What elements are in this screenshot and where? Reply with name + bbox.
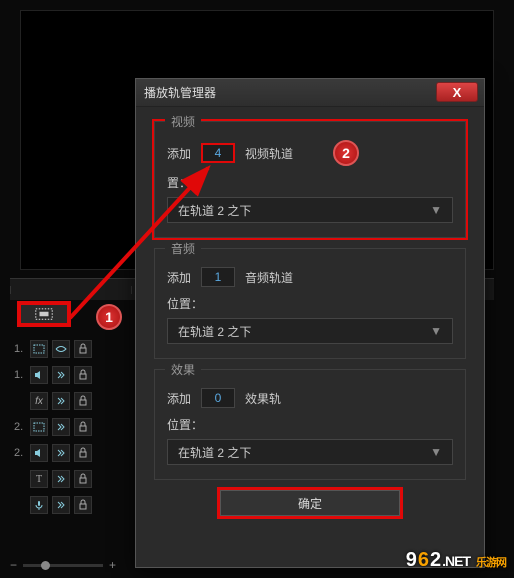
- video-track-icon: [30, 418, 48, 436]
- audio-track-count-input[interactable]: 1: [201, 267, 235, 287]
- track-manager-dialog: 播放轨管理器 X 视频 添加 4 视频轨道 2 置： 在轨道 2 之下 ▼ 音频: [135, 78, 485, 568]
- visibility-icon[interactable]: [52, 340, 70, 358]
- video-section: 视频 添加 4 视频轨道 2 置： 在轨道 2 之下 ▼: [154, 121, 466, 238]
- lock-icon[interactable]: [74, 392, 92, 410]
- close-button[interactable]: X: [436, 82, 478, 102]
- fx-position-select[interactable]: 在轨道 2 之下 ▼: [167, 439, 453, 465]
- track-row[interactable]: 2.: [10, 414, 130, 440]
- section-title: 视频: [165, 113, 201, 130]
- add-label: 添加: [167, 269, 191, 286]
- fx-track-icon: fx: [30, 392, 48, 410]
- select-value: 在轨道 2 之下: [178, 202, 251, 219]
- add-label: 添加: [167, 145, 191, 162]
- track-row[interactable]: 1.: [10, 336, 130, 362]
- audio-track-icon: [30, 366, 48, 384]
- zoom-control[interactable]: − +: [10, 558, 116, 572]
- track-number: 1.: [14, 343, 26, 355]
- visibility-icon[interactable]: [52, 392, 70, 410]
- track-number: 1.: [14, 369, 26, 381]
- add-suffix: 音频轨道: [245, 269, 293, 286]
- watermark: 9 6 2 .NET 乐游网: [406, 549, 506, 572]
- track-row[interactable]: fx: [10, 388, 130, 414]
- lock-icon[interactable]: [74, 418, 92, 436]
- dialog-titlebar[interactable]: 播放轨管理器 X: [136, 79, 484, 107]
- video-position-select[interactable]: 在轨道 2 之下 ▼: [167, 197, 453, 223]
- dialog-title: 播放轨管理器: [144, 84, 216, 101]
- lock-icon[interactable]: [74, 470, 92, 488]
- visibility-icon[interactable]: [52, 366, 70, 384]
- zoom-slider[interactable]: [23, 564, 103, 567]
- video-track-count-input[interactable]: 4: [201, 143, 235, 163]
- audio-section: 音频 添加 1 音频轨道 位置： 在轨道 2 之下 ▼: [154, 248, 466, 359]
- annotation-2: 2: [333, 140, 359, 166]
- track-row[interactable]: 2.: [10, 440, 130, 466]
- track-row[interactable]: [10, 492, 130, 518]
- track-number: 2.: [14, 421, 26, 433]
- add-suffix: 视频轨道: [245, 145, 293, 162]
- audio-track-icon: [30, 444, 48, 462]
- section-title: 音频: [165, 240, 201, 257]
- title-track-icon: T: [30, 470, 48, 488]
- position-label: 位置：: [167, 416, 453, 433]
- visibility-icon[interactable]: [52, 418, 70, 436]
- lock-icon[interactable]: [74, 366, 92, 384]
- track-manager-button[interactable]: [18, 302, 70, 326]
- select-value: 在轨道 2 之下: [178, 444, 251, 461]
- fx-section: 效果 添加 0 效果轨 位置： 在轨道 2 之下 ▼: [154, 369, 466, 480]
- chevron-down-icon: ▼: [430, 203, 442, 217]
- position-label: 置：: [167, 174, 453, 191]
- visibility-icon[interactable]: [52, 444, 70, 462]
- track-list: 1. 1. fx 2. 2. T: [10, 336, 130, 518]
- visibility-icon[interactable]: [52, 470, 70, 488]
- annotation-1: 1: [96, 304, 122, 330]
- zoom-out-icon[interactable]: −: [10, 558, 17, 572]
- chevron-down-icon: ▼: [430, 324, 442, 338]
- add-label: 添加: [167, 390, 191, 407]
- zoom-in-icon[interactable]: +: [109, 558, 116, 572]
- track-row[interactable]: 1.: [10, 362, 130, 388]
- voice-track-icon: [30, 496, 48, 514]
- section-title: 效果: [165, 361, 201, 378]
- track-row[interactable]: T: [10, 466, 130, 492]
- lock-icon[interactable]: [74, 444, 92, 462]
- visibility-icon[interactable]: [52, 496, 70, 514]
- audio-position-select[interactable]: 在轨道 2 之下 ▼: [167, 318, 453, 344]
- lock-icon[interactable]: [74, 496, 92, 514]
- video-track-icon: [30, 340, 48, 358]
- track-number: 2.: [14, 447, 26, 459]
- select-value: 在轨道 2 之下: [178, 323, 251, 340]
- ok-button[interactable]: 确定: [220, 490, 400, 516]
- chevron-down-icon: ▼: [430, 445, 442, 459]
- lock-icon[interactable]: [74, 340, 92, 358]
- fx-track-count-input[interactable]: 0: [201, 388, 235, 408]
- position-label: 位置：: [167, 295, 453, 312]
- add-suffix: 效果轨: [245, 390, 281, 407]
